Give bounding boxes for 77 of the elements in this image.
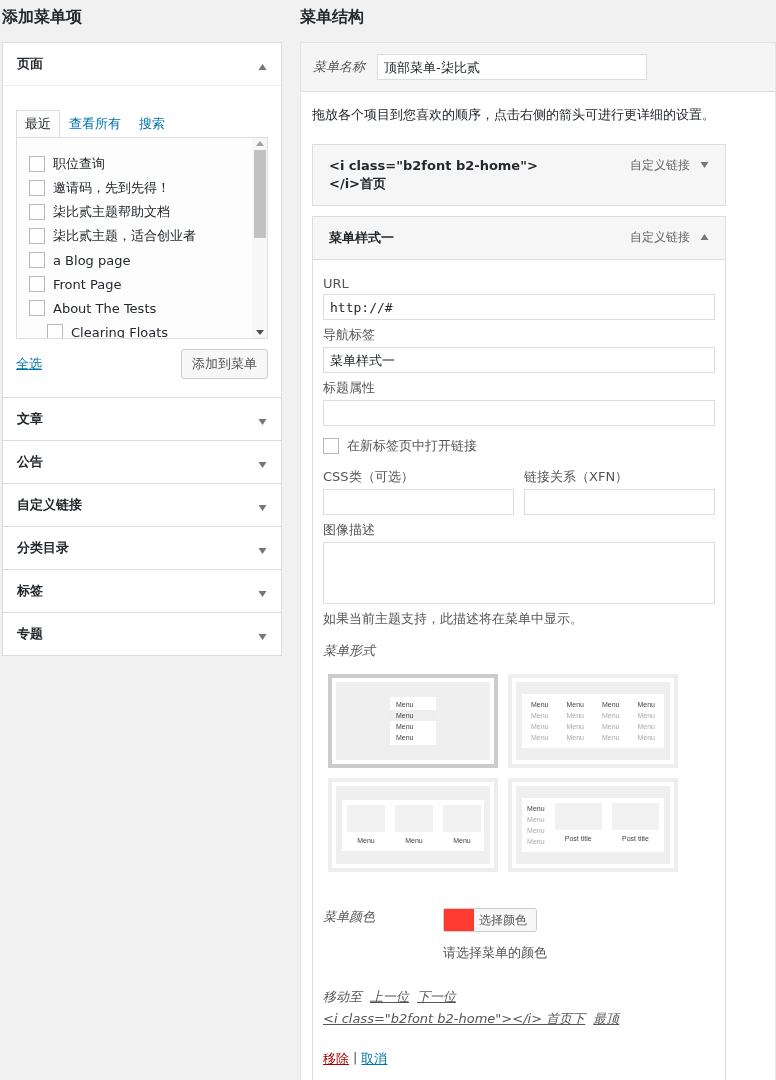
tab[interactable]: 搜索 <box>130 110 174 137</box>
xfn-field[interactable] <box>524 489 715 515</box>
move-link[interactable]: 最顶 <box>593 1010 620 1028</box>
page-label: Front Page <box>53 276 122 292</box>
title-attribute-field[interactable] <box>323 400 715 426</box>
checkbox[interactable] <box>29 156 45 172</box>
section-header[interactable]: 标签 <box>3 570 281 612</box>
checkbox[interactable] <box>29 276 45 292</box>
page-label: 柒比贰主题帮助文档 <box>53 203 170 221</box>
color-picker-button[interactable]: 选择颜色 <box>443 908 537 932</box>
move-link[interactable]: 上一位 <box>370 988 409 1006</box>
menu-item-title: <i class="b2font b2-home"></i>首页 <box>329 157 539 193</box>
menu-item-bar[interactable]: 菜单样式一 自定义链接 <box>312 216 726 260</box>
scroll-up-icon[interactable] <box>255 141 264 146</box>
caret-icon <box>258 461 267 468</box>
panel-heading: 添加菜单项 <box>2 6 83 28</box>
field-label: 标题属性 <box>323 379 376 397</box>
select-all-link[interactable]: 全选 <box>16 355 42 373</box>
item-type-label: 自定义链接 <box>630 157 690 174</box>
checkbox[interactable] <box>29 252 45 268</box>
checkbox-label: 在新标签页中打开链接 <box>347 437 477 455</box>
css-class-field[interactable] <box>323 489 514 515</box>
tab[interactable]: 查看所有 <box>60 110 130 137</box>
caret-icon <box>258 63 267 70</box>
color-hint: 请选择菜单的颜色 <box>443 944 547 962</box>
section-header[interactable]: 文章 <box>3 398 281 440</box>
scrollbar[interactable] <box>252 138 267 338</box>
tab[interactable]: 最近 <box>16 110 60 137</box>
caret-icon <box>258 633 267 640</box>
move-link[interactable]: 下一位 <box>417 988 456 1006</box>
caret-icon <box>700 234 709 240</box>
page-label: 邀请码，先到先得！ <box>53 179 170 197</box>
nav-label-field[interactable]: 菜单样式一 <box>323 347 715 373</box>
instructions-text: 拖放各个项目到您喜欢的顺序，点击右侧的箭头可进行更详细的设置。 <box>312 106 716 124</box>
checkbox[interactable] <box>29 204 45 220</box>
field-label: URL <box>323 276 350 291</box>
menu-style-label: 菜单形式 <box>323 642 378 660</box>
move-link[interactable]: <i class="b2font b2-home"></i> 首页下 <box>323 1010 586 1028</box>
checkbox[interactable] <box>323 438 339 454</box>
menu-color-label: 菜单颜色 <box>323 908 376 926</box>
field-label: CSS类（可选） <box>323 468 415 486</box>
checkbox[interactable] <box>29 300 45 316</box>
checkbox[interactable] <box>29 228 45 244</box>
field-label: 导航标签 <box>323 326 376 344</box>
caret-icon <box>258 504 267 511</box>
cancel-link[interactable]: 取消 <box>361 1050 388 1068</box>
move-to-label: 移动至 <box>323 988 362 1006</box>
page-label: a Blog page <box>53 252 131 268</box>
checkbox[interactable] <box>47 324 63 338</box>
menu-item-bar[interactable]: <i class="b2font b2-home"></i>首页 自定义链接 <box>312 144 726 206</box>
caret-icon <box>700 162 709 168</box>
checkbox[interactable] <box>29 180 45 196</box>
section-header[interactable]: 自定义链接 <box>3 484 281 526</box>
menu-name-label: 菜单名称 <box>313 58 365 76</box>
remove-link[interactable]: 移除 <box>323 1050 349 1068</box>
item-type-label: 自定义链接 <box>630 229 690 246</box>
page-label: About The Tests <box>53 300 157 316</box>
section-header[interactable]: 分类目录 <box>3 527 281 569</box>
section-header[interactable]: 页面 <box>3 43 281 86</box>
caret-icon <box>258 547 267 554</box>
separator-text: | <box>353 1050 358 1067</box>
field-label: 链接关系（XFN） <box>524 468 630 486</box>
field-label: 图像描述 <box>323 521 376 539</box>
section-header[interactable]: 专题 <box>3 613 281 655</box>
page-label: 柒比贰主题，适合创业者 <box>53 227 196 245</box>
url-field[interactable]: http://# <box>323 294 715 320</box>
caret-icon <box>258 590 267 597</box>
menu-name-field[interactable]: 顶部菜单-柒比贰 <box>377 54 647 80</box>
description-field[interactable] <box>323 542 715 604</box>
panel-heading: 菜单结构 <box>300 6 365 28</box>
menu-item-title: 菜单样式一 <box>329 229 395 247</box>
page-label: 职位查询 <box>53 155 105 173</box>
section-header[interactable]: 公告 <box>3 441 281 483</box>
caret-icon <box>258 418 267 425</box>
scroll-down-icon[interactable] <box>255 330 264 335</box>
add-to-menu-button[interactable]: 添加到菜单 <box>181 349 268 379</box>
description-hint: 如果当前主题支持，此描述将在菜单中显示。 <box>323 610 584 628</box>
